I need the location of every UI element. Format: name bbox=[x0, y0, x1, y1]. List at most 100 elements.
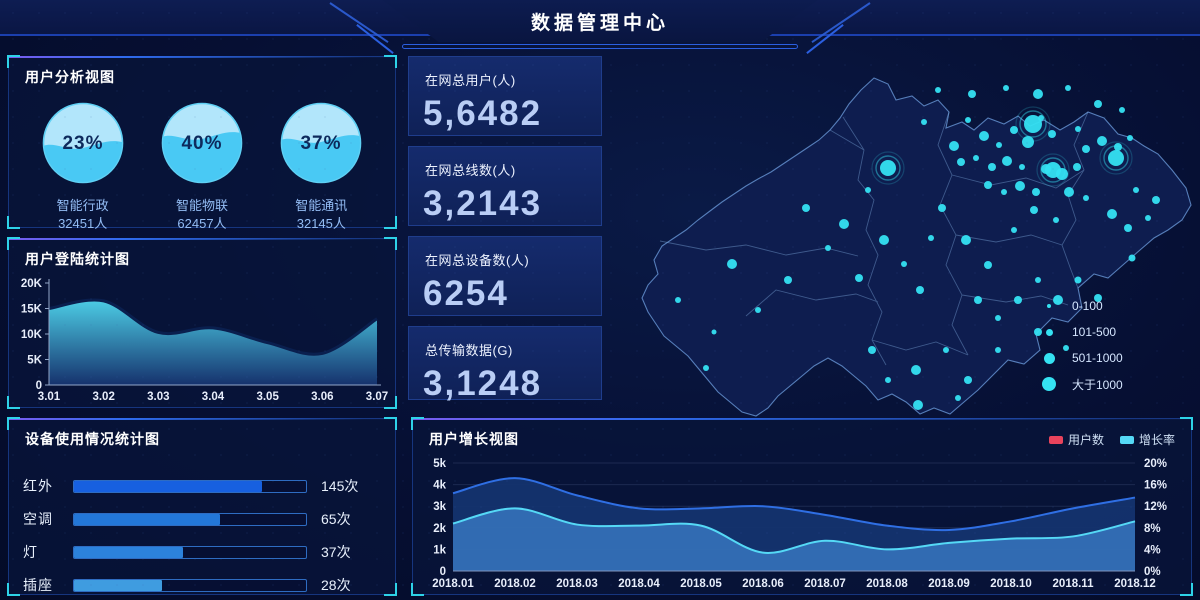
legend-item-users[interactable]: 用户数 bbox=[1049, 431, 1104, 448]
legend-item-growth-rate[interactable]: 增长率 bbox=[1120, 431, 1175, 448]
bar-track bbox=[73, 579, 307, 592]
x-axis-tick-label: 2018.05 bbox=[680, 578, 722, 590]
map-legend-item: 101-500 bbox=[1040, 322, 1123, 342]
corner-bracket bbox=[384, 55, 397, 68]
corner-bracket bbox=[7, 417, 20, 430]
stat-card-value: 6254 bbox=[409, 271, 601, 324]
map-legend-dot bbox=[1042, 377, 1056, 391]
map-legend-dot bbox=[1044, 353, 1055, 364]
x-axis-tick-label: 2018.02 bbox=[494, 578, 536, 590]
x-axis-tick-label: 2018.01 bbox=[432, 578, 474, 590]
legend-swatch bbox=[1120, 436, 1134, 444]
map-point bbox=[911, 365, 921, 375]
map-legend-item: 0-100 bbox=[1040, 296, 1123, 316]
map-point bbox=[973, 155, 979, 161]
map-legend: 0-100 101-500 501-1000 大于1000 bbox=[1040, 296, 1123, 400]
x-axis-tick-label: 2018.06 bbox=[742, 578, 784, 590]
gauge-count: 62457人 bbox=[150, 215, 254, 233]
y-axis-left-tick-label: 1k bbox=[433, 544, 446, 556]
y-axis-right-tick-label: 16% bbox=[1144, 480, 1167, 492]
gauge-circle: 23% bbox=[41, 101, 125, 185]
map-point bbox=[984, 261, 992, 269]
gauge-label: 智能行政32451人 bbox=[31, 197, 135, 232]
map-point bbox=[1082, 145, 1090, 153]
map-legend-item: 大于1000 bbox=[1040, 374, 1123, 394]
growth-chart-legend: 用户数 增长率 bbox=[1049, 431, 1175, 448]
map-point bbox=[1011, 227, 1017, 233]
gauge-group: 23%智能行政32451人40%智能物联62457人37%智能通讯32145人 bbox=[9, 91, 395, 232]
map-point bbox=[1075, 277, 1082, 284]
x-axis-tick-label: 3.01 bbox=[38, 391, 61, 403]
map-point bbox=[995, 315, 1001, 321]
corner-bracket bbox=[7, 237, 20, 250]
map-point bbox=[675, 297, 681, 303]
map-point bbox=[1119, 107, 1125, 113]
y-axis-right-tick-label: 0% bbox=[1144, 566, 1161, 578]
map-point bbox=[1033, 89, 1043, 99]
map-legend-label: 0-100 bbox=[1072, 299, 1103, 313]
map-point bbox=[755, 307, 761, 313]
map-point bbox=[965, 117, 971, 123]
panel-device-usage: 设备使用情况统计图 红外145次空调65次灯37次插座28次窗帘24次 bbox=[8, 418, 396, 595]
panel-title: 用户分析视图 bbox=[9, 57, 395, 91]
panel-login-stats: 用户登陆统计图 05K10K15K20K3.013.023.033.043.05… bbox=[8, 238, 396, 408]
corner-bracket bbox=[411, 417, 424, 430]
liquid-gauge: 23% 智能行政32451人 bbox=[31, 101, 135, 232]
corner-bracket bbox=[7, 216, 20, 229]
map-point bbox=[943, 347, 949, 353]
map-point bbox=[839, 219, 849, 229]
map-point bbox=[935, 87, 941, 93]
gauge-label: 智能物联62457人 bbox=[150, 197, 254, 232]
map-point bbox=[996, 142, 1002, 148]
gauge-circle: 37% bbox=[279, 101, 363, 185]
y-axis-left-tick-label: 3k bbox=[433, 501, 446, 513]
gauge-percent-label: 40% bbox=[181, 133, 222, 154]
map-legend-dotbox bbox=[1040, 353, 1058, 364]
bar-row: 灯37次 bbox=[23, 542, 375, 562]
map-point bbox=[1127, 135, 1133, 141]
stat-card-label: 在网总设备数(人) bbox=[409, 237, 601, 271]
bar-row: 插座28次 bbox=[23, 575, 375, 595]
map-point bbox=[1053, 217, 1059, 223]
corner-bracket bbox=[384, 237, 397, 250]
map-point bbox=[979, 131, 989, 141]
map-legend-dotbox bbox=[1040, 329, 1058, 336]
map-point bbox=[916, 286, 924, 294]
map-legend-dotbox bbox=[1040, 304, 1058, 308]
bar-value-label: 28次 bbox=[321, 575, 375, 595]
map-point bbox=[1032, 188, 1040, 196]
y-axis-right-tick-label: 4% bbox=[1144, 544, 1161, 556]
legend-label: 增长率 bbox=[1139, 431, 1175, 448]
gauge-percent-label: 23% bbox=[62, 133, 103, 154]
y-axis-left-tick-label: 2k bbox=[433, 523, 446, 535]
map-point bbox=[1107, 209, 1117, 219]
map-point bbox=[703, 365, 709, 371]
y-axis-tick-label: 15K bbox=[21, 304, 43, 316]
map-legend-dot bbox=[1047, 304, 1051, 308]
bar-category-label: 灯 bbox=[23, 542, 73, 562]
corner-bracket bbox=[7, 583, 20, 596]
map-point bbox=[880, 160, 896, 176]
map-point bbox=[1094, 100, 1102, 108]
corner-bracket bbox=[7, 396, 20, 409]
header-decoration bbox=[402, 44, 798, 49]
map-point bbox=[868, 346, 876, 354]
y-axis-tick-label: 5K bbox=[27, 355, 42, 367]
map-point bbox=[1133, 187, 1139, 193]
map-legend-label: 101-500 bbox=[1072, 325, 1116, 339]
map-point bbox=[984, 181, 992, 189]
map-point bbox=[1124, 224, 1132, 232]
map-legend-item: 501-1000 bbox=[1040, 348, 1123, 368]
x-axis-tick-label: 2018.10 bbox=[990, 578, 1032, 590]
y-axis-right-tick-label: 8% bbox=[1144, 523, 1161, 535]
map-point bbox=[964, 376, 972, 384]
corner-bracket bbox=[384, 396, 397, 409]
map-point bbox=[802, 204, 810, 212]
stat-card-label: 在网总线数(人) bbox=[409, 147, 601, 181]
panel-user-growth: 用户增长视图 用户数增长率 01k2k3k4k5k0%4%8%12%16%20%… bbox=[412, 418, 1192, 595]
x-axis-tick-label: 2018.04 bbox=[618, 578, 660, 590]
map-point bbox=[784, 276, 792, 284]
stat-card-value: 3,1248 bbox=[409, 361, 601, 414]
bar-fill bbox=[74, 514, 220, 525]
bar-row: 红外145次 bbox=[23, 476, 375, 496]
